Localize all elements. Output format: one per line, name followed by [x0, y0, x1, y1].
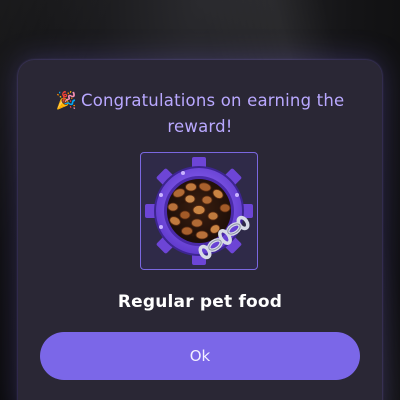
- dialog-title-text: Congratulations on earning the reward!: [81, 91, 345, 136]
- party-popper-icon: 🎉: [55, 91, 77, 111]
- dialog-title: 🎉 Congratulations on earning the reward!: [30, 88, 370, 140]
- pet-food-bowl-icon: [145, 157, 253, 265]
- ok-button[interactable]: Ok: [40, 332, 360, 380]
- reward-item-name: Regular pet food: [117, 292, 283, 312]
- reward-item-frame: [140, 152, 258, 270]
